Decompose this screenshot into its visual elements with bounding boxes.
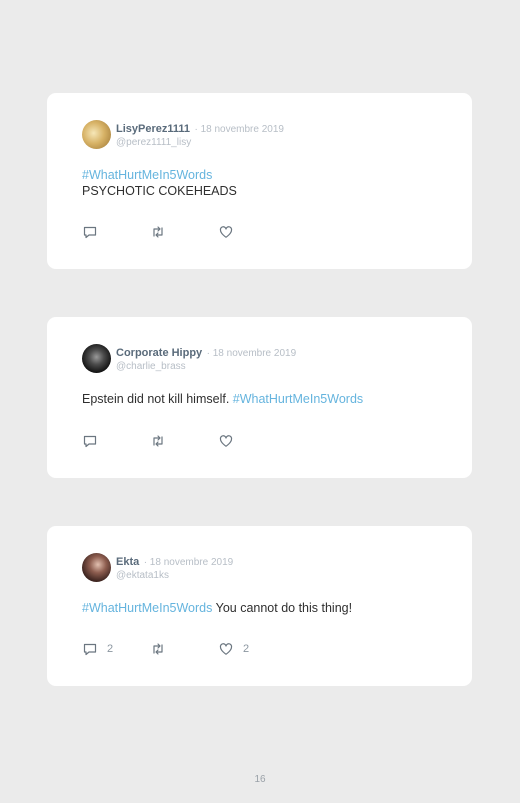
tweet-header: Corporate Hippy · 18 novembre 2019 @char… [116, 346, 296, 373]
tweet-card: Ekta · 18 novembre 2019 @ektata1ks #What… [47, 526, 472, 686]
tweet-text: #WhatHurtMeIn5Words You cannot do this t… [82, 600, 352, 616]
hashtag-link[interactable]: #WhatHurtMeIn5Words [82, 601, 212, 615]
avatar[interactable] [82, 553, 111, 582]
tweet-header: LisyPerez1111 · 18 novembre 2019 @perez1… [116, 122, 284, 149]
tweet-card: Corporate Hippy · 18 novembre 2019 @char… [47, 317, 472, 478]
tweet-actions [82, 433, 282, 449]
reply-count: 2 [107, 643, 114, 655]
reply-icon [83, 435, 97, 448]
reply-button[interactable] [82, 224, 107, 240]
hashtag-link[interactable]: #WhatHurtMeIn5Words [233, 392, 363, 406]
like-button[interactable]: 2 [218, 641, 249, 657]
reply-icon [83, 226, 97, 239]
like-button[interactable] [218, 433, 243, 449]
retweet-icon [153, 435, 163, 447]
tweet-text: #WhatHurtMeIn5Words PSYCHOTIC COKEHEADS [82, 167, 237, 199]
avatar[interactable] [82, 344, 111, 373]
reply-button[interactable] [82, 433, 107, 449]
tweet-date: · 18 novembre 2019 [143, 557, 234, 568]
tweet-actions: 2 2 [82, 641, 282, 657]
like-icon [219, 226, 233, 238]
page-number: 16 [254, 774, 266, 785]
tweet-card: LisyPerez1111 · 18 novembre 2019 @perez1… [47, 93, 472, 269]
author-handle[interactable]: @perez1111_lisy [116, 137, 284, 149]
tweet-date: · 18 novembre 2019 [206, 348, 297, 359]
tweet-body-text: Epstein did not kill himself. [82, 392, 230, 406]
like-icon [219, 435, 233, 447]
retweet-button[interactable] [150, 433, 166, 449]
retweet-icon [153, 643, 163, 655]
like-button[interactable] [218, 224, 243, 240]
hashtag-link[interactable]: #WhatHurtMeIn5Words [82, 168, 212, 182]
author-name[interactable]: Corporate Hippy [116, 347, 202, 359]
author-name[interactable]: LisyPerez1111 [116, 123, 190, 135]
author-handle[interactable]: @ektata1ks [116, 570, 233, 582]
tweet-text: Epstein did not kill himself. #WhatHurtM… [82, 391, 363, 407]
author-handle[interactable]: @charlie_brass [116, 361, 296, 373]
tweet-actions [82, 224, 282, 240]
retweet-button[interactable] [150, 641, 166, 657]
retweet-button[interactable] [150, 224, 166, 240]
like-icon [219, 643, 233, 655]
reply-icon [83, 643, 97, 656]
reply-button[interactable]: 2 [82, 641, 113, 657]
avatar[interactable] [82, 120, 111, 149]
tweet-header: Ekta · 18 novembre 2019 @ektata1ks [116, 555, 233, 582]
like-count: 2 [243, 643, 250, 655]
tweet-date: · 18 novembre 2019 [194, 124, 284, 135]
tweet-body-text: PSYCHOTIC COKEHEADS [82, 184, 237, 198]
retweet-icon [153, 226, 163, 238]
tweet-body-text: You cannot do this thing! [215, 601, 353, 615]
author-name[interactable]: Ekta [116, 556, 139, 568]
